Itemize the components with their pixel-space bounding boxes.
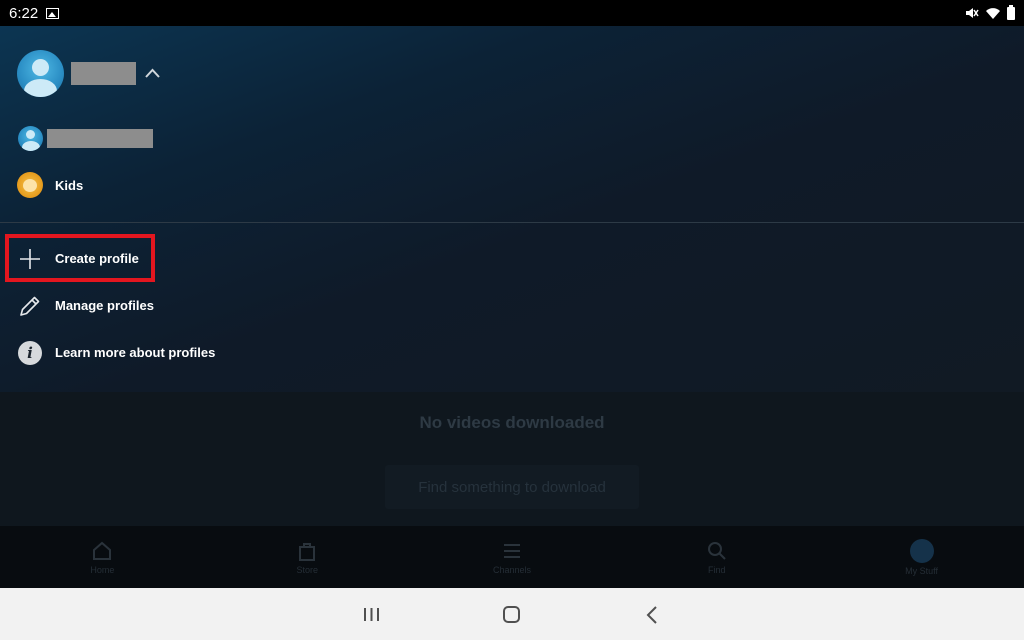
- avatar-head: [26, 129, 35, 139]
- status-time: 6:22: [9, 4, 39, 22]
- find-something-button[interactable]: Find something to download: [385, 465, 639, 509]
- empty-state-title: No videos downloaded: [419, 413, 605, 432]
- profile-item-user[interactable]: [0, 115, 1024, 161]
- info-icon: i: [18, 341, 42, 365]
- kids-face: [23, 179, 37, 192]
- nav-item-store[interactable]: Store: [205, 526, 410, 588]
- profile-name-redacted: [47, 128, 153, 148]
- screen: 6:22 No videos downloaded Find something…: [0, 0, 1024, 640]
- image-icon: [46, 7, 60, 19]
- profile-avatar-icon: [909, 538, 934, 563]
- nav-label-store: Store: [296, 564, 318, 575]
- battery-icon: [1007, 4, 1015, 20]
- chevron-up-icon[interactable]: [145, 68, 160, 78]
- nav-label-find: Find: [708, 564, 726, 575]
- status-icons: [965, 4, 1015, 20]
- pencil-icon: [20, 296, 40, 316]
- profile-label-kids: Kids: [55, 177, 84, 193]
- learn-more-label: Learn more about profiles: [55, 345, 216, 360]
- wifi-icon: [986, 7, 1000, 19]
- home-button-icon[interactable]: [503, 606, 520, 623]
- nav-label-home: Home: [90, 564, 115, 575]
- highlight-box: [5, 234, 155, 282]
- home-icon: [93, 541, 112, 560]
- nav-label-channels: Channels: [492, 564, 531, 575]
- mute-icon: [966, 8, 979, 18]
- profile-switcher-panel: Kids Create profile Manage profiles i Le…: [0, 26, 1024, 392]
- channels-icon: [503, 543, 520, 558]
- nav-label-my-stuff: My Stuff: [905, 565, 939, 576]
- manage-profiles-label: Manage profiles: [55, 298, 154, 313]
- status-bar: 6:22: [0, 0, 1024, 26]
- current-profile-name-redacted: [71, 62, 136, 85]
- store-bag-icon: [299, 542, 316, 561]
- bottom-nav: Home Store Channels Find My Stuff: [0, 526, 1024, 588]
- manage-profiles-button[interactable]: Manage profiles: [0, 286, 300, 326]
- nav-item-home[interactable]: Home: [0, 526, 205, 588]
- kids-avatar: [17, 172, 43, 198]
- avatar-body: [21, 140, 40, 151]
- back-icon[interactable]: [646, 606, 658, 624]
- current-profile-avatar[interactable]: [17, 50, 64, 97]
- nav-item-find[interactable]: Find: [614, 526, 819, 588]
- profile-item-kids[interactable]: Kids: [0, 162, 1024, 208]
- user-avatar: [18, 125, 43, 151]
- avatar-head: [32, 59, 49, 76]
- android-nav-bar: [0, 588, 1024, 640]
- divider: [0, 222, 1024, 223]
- nav-item-my-stuff[interactable]: My Stuff: [819, 526, 1024, 588]
- avatar-body: [24, 79, 57, 97]
- recent-apps-icon[interactable]: [363, 607, 380, 622]
- nav-item-channels[interactable]: Channels: [410, 526, 615, 588]
- search-icon: [707, 541, 726, 560]
- learn-more-button[interactable]: i Learn more about profiles: [0, 333, 300, 373]
